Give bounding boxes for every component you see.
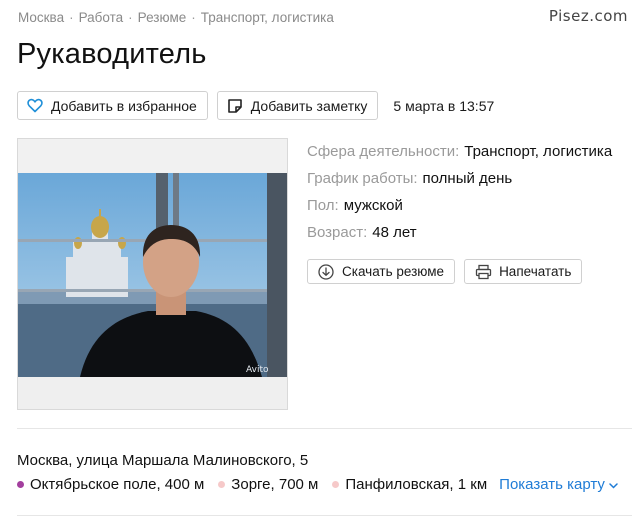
resume-actions: Скачать резюме Напечатать [307, 259, 583, 284]
profile-photo[interactable]: Avito [17, 138, 288, 410]
download-resume-label: Скачать резюме [342, 264, 445, 279]
property-key: Пол: [307, 197, 339, 214]
breadcrumb-item-city[interactable]: Москва [18, 10, 64, 25]
address: Москва, улица Маршала Малиновского, 5 [17, 452, 309, 469]
post-date: 5 марта в 13:57 [393, 97, 495, 114]
note-icon [226, 97, 244, 115]
listing-actions: Добавить в избранное Добавить заметку 5 … [17, 91, 494, 120]
breadcrumb-separator: · [69, 10, 74, 25]
chevron-down-icon [609, 476, 618, 493]
metro-station: Октябрьское поле, 400 м [17, 476, 204, 493]
property-field: Сфера деятельности: Транспорт, логистика [307, 138, 612, 165]
property-key: Возраст: [307, 224, 368, 241]
breadcrumb-item-resume[interactable]: Резюме [138, 10, 187, 25]
metro-line-dot [17, 481, 24, 488]
resume-properties: Сфера деятельности: Транспорт, логистика … [307, 138, 612, 246]
add-note-label: Добавить заметку [250, 97, 368, 114]
property-value: мужской [343, 197, 403, 214]
metro-stations: Октябрьское поле, 400 м Зорге, 700 м Пан… [17, 476, 618, 493]
property-key: Сфера деятельности: [307, 143, 460, 160]
metro-station-name: Зорге, 700 м [231, 476, 319, 493]
heart-icon [26, 97, 44, 115]
section-divider [17, 428, 632, 429]
show-map-label: Показать карту [499, 476, 605, 493]
property-value: полный день [422, 170, 513, 187]
printer-icon [474, 263, 492, 281]
metro-station: Панфиловская, 1 км [332, 476, 487, 493]
metro-station-name: Панфиловская, 1 км [345, 476, 488, 493]
property-value: Транспорт, логистика [464, 143, 613, 160]
site-watermark: Pisez.com [548, 7, 628, 25]
metro-line-dot [218, 481, 226, 488]
page-title: Рукаводитель [17, 38, 207, 70]
photo-watermark: Avito [246, 365, 269, 375]
metro-station: Зорге, 700 м [218, 476, 318, 493]
print-label: Напечатать [499, 264, 572, 279]
breadcrumb-item-work[interactable]: Работа [79, 10, 124, 25]
add-to-favorites-button[interactable]: Добавить в избранное [17, 91, 208, 120]
breadcrumb-item-category[interactable]: Транспорт, логистика [201, 10, 334, 25]
metro-line-dot [332, 481, 340, 488]
property-age: Возраст: 48 лет [307, 219, 612, 246]
print-button[interactable]: Напечатать [464, 259, 583, 284]
metro-station-name: Октябрьское поле, 400 м [30, 476, 205, 493]
section-divider [17, 515, 632, 516]
property-schedule: График работы: полный день [307, 165, 612, 192]
show-map-link[interactable]: Показать карту [499, 476, 618, 493]
breadcrumb-separator: · [128, 10, 133, 25]
add-note-button[interactable]: Добавить заметку [216, 91, 379, 120]
breadcrumb-separator: · [191, 10, 196, 25]
download-icon [317, 263, 335, 281]
property-key: График работы: [307, 170, 418, 187]
property-value: 48 лет [372, 224, 417, 241]
add-to-favorites-label: Добавить в избранное [51, 97, 197, 114]
property-gender: Пол: мужской [307, 192, 612, 219]
download-resume-button[interactable]: Скачать резюме [307, 259, 456, 284]
breadcrumb: Москва · Работа · Резюме · Транспорт, ло… [18, 10, 334, 25]
